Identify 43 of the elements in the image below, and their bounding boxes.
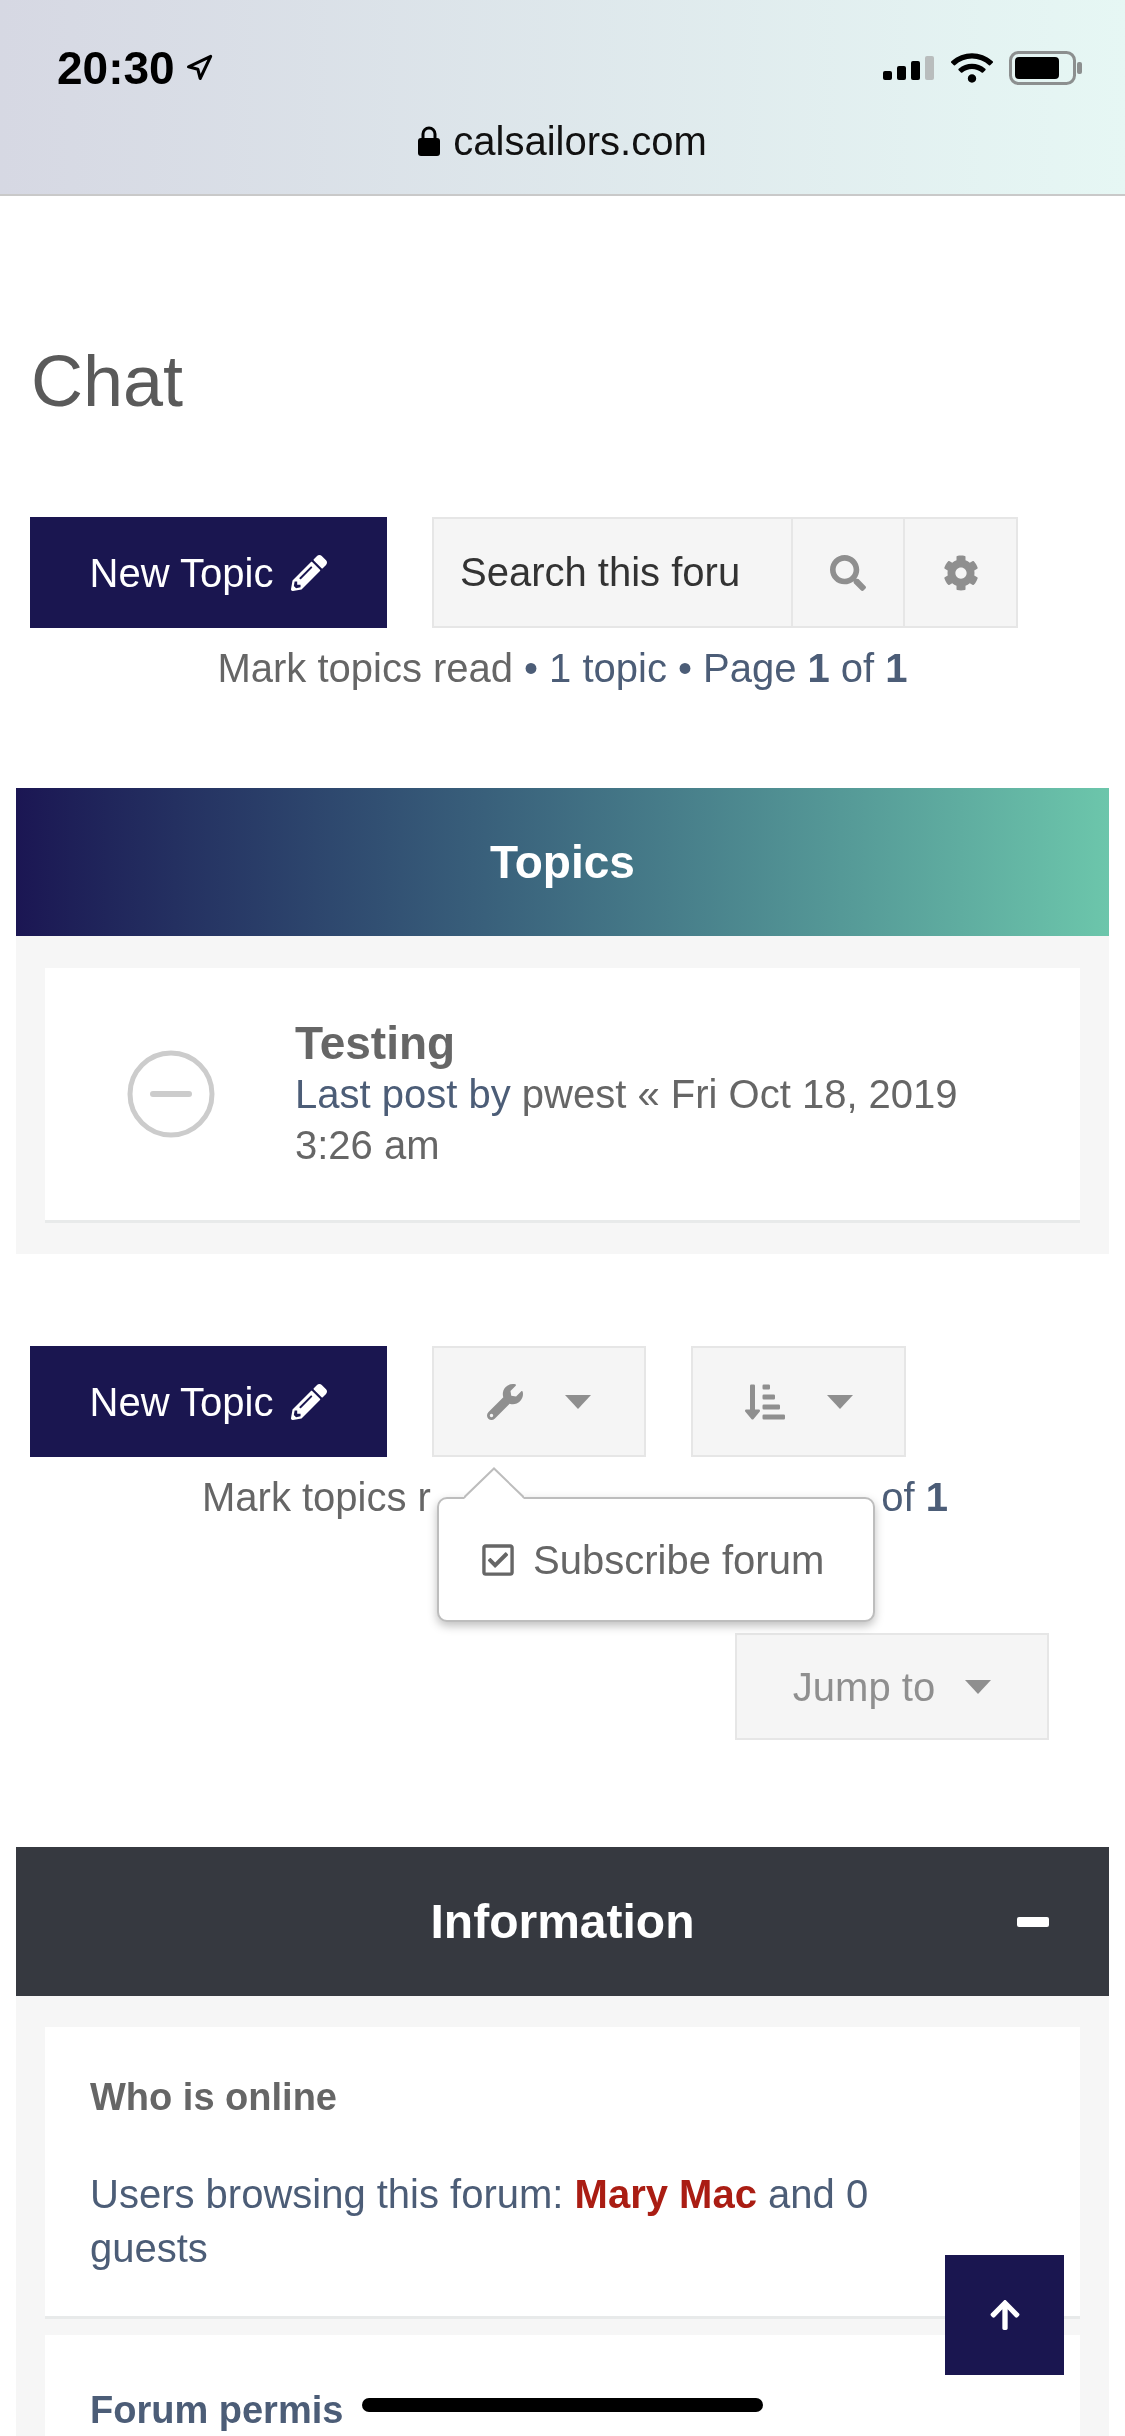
search-field[interactable]: Search this foru: [432, 517, 793, 628]
search-button[interactable]: [793, 517, 905, 628]
caret-icon: [965, 1679, 992, 1694]
settings-button[interactable]: [905, 517, 1018, 628]
caret-icon: [565, 1394, 591, 1409]
site-url: calsailors.com: [453, 118, 707, 165]
topic-title[interactable]: Testing: [295, 1017, 456, 1069]
section-title: Topics: [490, 836, 635, 888]
online-users-text: Users browsing this forum: Mary Mac and 0 guests: [90, 2171, 870, 2272]
new-topic-button[interactable]: New Topic: [30, 517, 387, 628]
username-link[interactable]: Mary Mac: [574, 2172, 757, 2216]
mark-read-link[interactable]: Mark topics read: [217, 644, 514, 692]
pencil-icon: [291, 554, 328, 591]
section-heading: Who is online: [90, 2075, 337, 2120]
sort-dropdown-button[interactable]: [691, 1346, 906, 1457]
minus-circle-icon: [127, 1050, 215, 1138]
last-post-info: Last post by pwest « Fri Oct 18, 2019 3:26 am: [295, 1071, 959, 1169]
tools-dropdown-button[interactable]: [432, 1346, 646, 1457]
topic-count: 1 topic: [549, 645, 667, 692]
caret-icon: [826, 1394, 853, 1409]
clock-time: 20:30: [57, 44, 175, 92]
wrench-icon: [487, 1383, 523, 1420]
jump-to-button[interactable]: Jump to: [735, 1633, 1049, 1740]
page-indicator: Page 1 of 1: [702, 645, 908, 692]
section-title: Information: [430, 1894, 695, 1949]
pencil-icon: [291, 1383, 328, 1420]
page-indicator: of 1: [881, 1474, 948, 1521]
lock-icon: [418, 126, 441, 156]
back-to-top-button[interactable]: [945, 2255, 1064, 2375]
settings-icon: [942, 554, 979, 591]
collapse-icon[interactable]: [1017, 1916, 1049, 1927]
location-arrow-icon: [184, 54, 213, 82]
checked-box-icon: [480, 1541, 516, 1578]
battery-icon: [1009, 51, 1083, 85]
page-title: Chat: [31, 345, 184, 417]
new-topic-button[interactable]: New Topic: [30, 1346, 387, 1457]
bullet-separator: •: [524, 645, 539, 692]
subscribe-forum-item[interactable]: Subscribe forum: [472, 1527, 833, 1592]
search-icon: [830, 554, 866, 591]
bullet-separator: •: [677, 645, 692, 692]
mark-read-link[interactable]: Mark topics r: [202, 1473, 431, 1521]
section-heading: Forum permis: [90, 2388, 344, 2433]
signal-icon: [883, 56, 935, 80]
